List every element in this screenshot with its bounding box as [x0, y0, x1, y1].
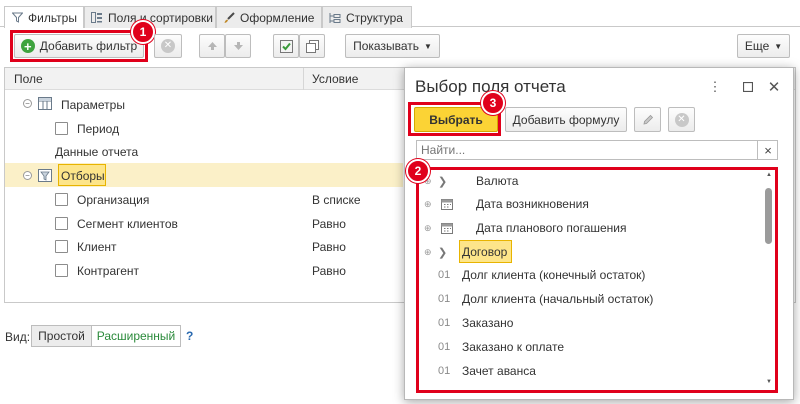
move-down-button[interactable] — [225, 34, 251, 58]
highlight-frame-2 — [416, 167, 778, 393]
tab-design[interactable]: Оформление — [216, 6, 322, 28]
clear-search-button[interactable]: × — [757, 140, 778, 160]
view-extended-button[interactable]: Расширенный — [91, 325, 181, 347]
search-input[interactable] — [417, 141, 755, 159]
filter-icon — [11, 12, 23, 24]
row-label: Данные отчета — [55, 145, 139, 159]
pencil-icon — [642, 114, 653, 125]
more-options-icon[interactable]: ⋮ — [708, 79, 722, 94]
step-badge-3: 3 — [481, 91, 505, 115]
caret-down-icon: ▼ — [774, 41, 783, 51]
arrow-down-icon — [233, 42, 243, 50]
filters-group-icon — [38, 169, 52, 182]
tab-structure[interactable]: Структура — [322, 6, 412, 28]
row-label: Организация — [77, 193, 150, 207]
view-label: Вид: — [5, 330, 31, 344]
structure-icon — [329, 12, 341, 24]
parameters-icon — [38, 97, 52, 110]
delete-icon: ✕ — [674, 112, 689, 127]
delete-icon: ✕ — [161, 39, 175, 53]
show-dropdown[interactable]: Показывать ▼ — [345, 34, 440, 58]
view-simple-button[interactable]: Простой — [31, 325, 92, 347]
help-link[interactable]: ? — [186, 329, 193, 343]
remove-button[interactable]: ✕ — [668, 107, 695, 132]
row-label: Сегмент клиентов — [77, 217, 178, 231]
column-header-condition[interactable]: Условие — [312, 72, 358, 86]
counterparty-checkbox[interactable] — [55, 264, 68, 277]
row-label: Параметры — [61, 98, 125, 112]
client-checkbox[interactable] — [55, 240, 68, 253]
delete-button[interactable]: ✕ — [154, 34, 182, 58]
move-up-button[interactable] — [199, 34, 225, 58]
check-all-icon — [279, 39, 293, 53]
row-condition: Равно — [312, 240, 346, 254]
step-badge-2: 2 — [406, 159, 430, 183]
row-label: Период — [77, 122, 120, 136]
row-condition: Равно — [312, 264, 346, 278]
row-label: Отборы — [61, 169, 105, 183]
tab-filters[interactable]: Фильтры — [4, 6, 84, 28]
add-formula-button[interactable]: Добавить формулу — [505, 107, 627, 132]
row-label: Клиент — [77, 240, 117, 254]
collapse-icon[interactable]: − — [23, 171, 32, 180]
row-condition: В списке — [312, 193, 361, 207]
row-condition: Равно — [312, 217, 346, 231]
edit-button[interactable] — [634, 107, 661, 132]
segment-checkbox[interactable] — [55, 217, 68, 230]
highlight-frame-1 — [10, 30, 148, 62]
step-badge-1: 1 — [131, 20, 155, 44]
brush-icon — [223, 11, 235, 24]
column-header-field[interactable]: Поле — [14, 72, 43, 86]
check-all-button[interactable] — [273, 34, 299, 58]
more-dropdown[interactable]: Еще ▼ — [737, 34, 790, 58]
column-separator — [303, 68, 304, 90]
maximize-icon[interactable] — [741, 80, 755, 94]
fields-icon — [91, 12, 103, 24]
row-label: Контрагент — [77, 264, 140, 278]
caret-down-icon: ▼ — [423, 41, 432, 51]
period-checkbox[interactable] — [55, 122, 68, 135]
organization-checkbox[interactable] — [55, 193, 68, 206]
collapse-icon[interactable]: − — [23, 99, 32, 108]
close-icon[interactable]: ✕ — [767, 79, 781, 96]
copy-button[interactable] — [299, 34, 325, 58]
arrow-up-icon — [207, 42, 217, 50]
copy-icon — [305, 39, 319, 53]
